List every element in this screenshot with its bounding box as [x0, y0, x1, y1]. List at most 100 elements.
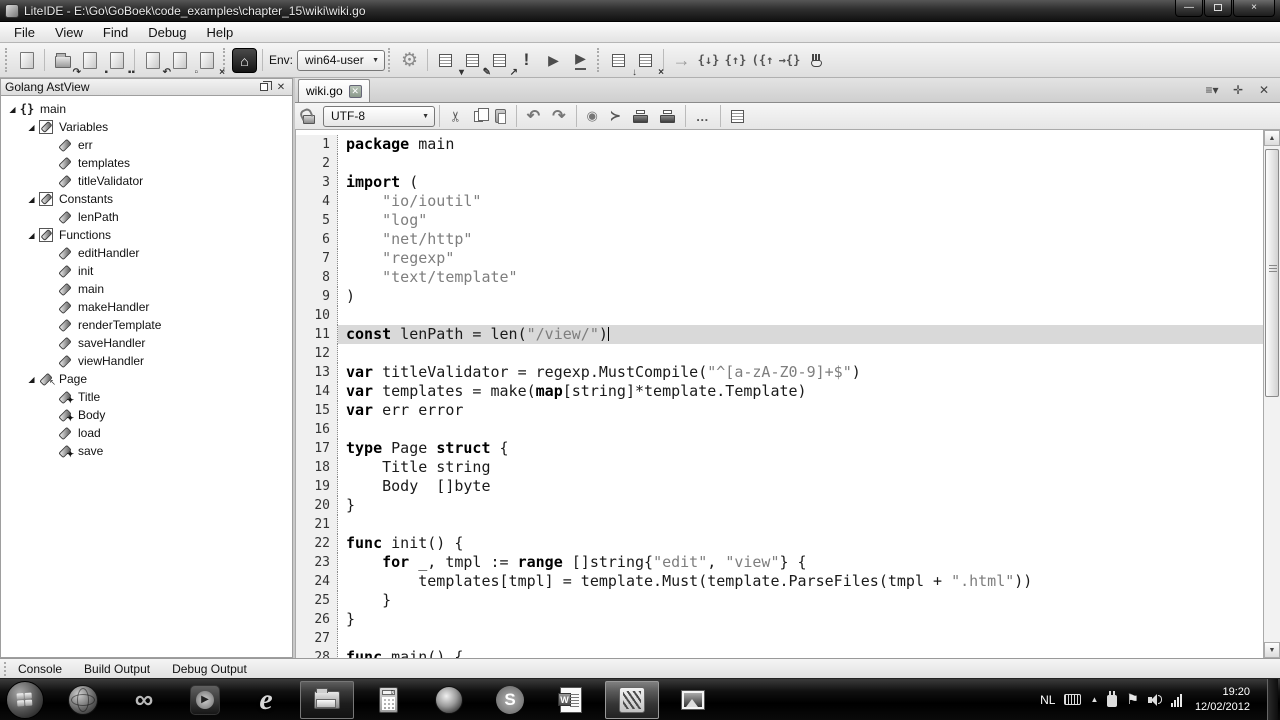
step-into-button[interactable]: {↓} [695, 47, 722, 74]
code-text[interactable] [338, 306, 1263, 325]
tab-close-icon[interactable]: ✕ [349, 85, 362, 98]
code-text[interactable]: "log" [338, 211, 1263, 230]
tree-item-viewHandler[interactable]: viewHandler [1, 352, 292, 370]
env-combobox[interactable]: win64-user [297, 50, 385, 71]
code-text[interactable]: func main() { [338, 648, 1263, 658]
unlock-icon[interactable] [303, 115, 315, 124]
tree-expander-icon[interactable]: ◢ [26, 231, 37, 240]
taskbar-word-icon[interactable]: W [544, 681, 598, 719]
network-signal-icon[interactable] [1171, 693, 1182, 707]
record-macro-icon[interactable]: ◉ [587, 108, 598, 124]
more-actions-icon[interactable]: … [696, 109, 710, 124]
code-text[interactable] [338, 629, 1263, 648]
file-info-icon[interactable] [731, 110, 744, 123]
code-text[interactable] [338, 344, 1263, 363]
code-text[interactable]: } [338, 591, 1263, 610]
taskbar-firefox-icon[interactable] [422, 681, 476, 719]
tree-item-save[interactable]: ✦save [1, 442, 292, 460]
play-macro-icon[interactable]: ≻ [610, 108, 621, 124]
toolbar-grip[interactable] [597, 48, 602, 72]
code-area[interactable]: 1package main23import (4 "io/ioutil"5 "l… [296, 130, 1263, 658]
tree-item-Body[interactable]: ✦Body [1, 406, 292, 424]
tree-item-main[interactable]: ◢{}main [1, 100, 292, 118]
step-out-button[interactable]: ({↑ [749, 47, 776, 74]
vertical-scrollbar[interactable]: ▲ ▼ [1263, 130, 1280, 658]
options-button[interactable]: ⚙ [396, 47, 423, 74]
close-file-button[interactable]: ▫ [166, 47, 193, 74]
close-editor-button[interactable]: ✕ [1254, 81, 1274, 99]
scroll-up-arrow[interactable]: ▲ [1264, 130, 1280, 146]
taskbar-calculator-icon[interactable]: 0 [361, 681, 415, 719]
clock[interactable]: 19:20 12/02/2012 [1191, 685, 1250, 715]
tree-expander-icon[interactable]: ◢ [26, 195, 37, 204]
code-text[interactable]: "io/ioutil" [338, 192, 1263, 211]
tab-wiki-go[interactable]: wiki.go ✕ [298, 79, 370, 102]
taskbar-internet-explorer-icon[interactable]: e [239, 681, 293, 719]
tree-item-saveHandler[interactable]: saveHandler [1, 334, 292, 352]
clear-output-button[interactable]: × [632, 47, 659, 74]
output-tab-debug-output[interactable]: Debug Output [172, 662, 247, 676]
code-text[interactable]: ) [338, 287, 1263, 306]
volume-icon[interactable] [1148, 694, 1162, 706]
tree-item-Functions[interactable]: ◢Functions [1, 226, 292, 244]
tree-expander-icon[interactable]: ◢ [7, 105, 18, 114]
code-text[interactable]: } [338, 496, 1263, 515]
language-indicator[interactable]: NL [1040, 693, 1055, 707]
code-text[interactable]: var err error [338, 401, 1263, 420]
output-tab-build-output[interactable]: Build Output [84, 662, 150, 676]
code-text[interactable] [338, 420, 1263, 439]
menu-file[interactable]: File [4, 23, 45, 42]
toolbar-grip[interactable] [5, 48, 10, 72]
taskbar-photo-viewer-icon[interactable] [666, 681, 720, 719]
float-panel-button[interactable] [257, 81, 271, 94]
taskbar-media-player-icon[interactable]: ▶ [178, 681, 232, 719]
tree-expander-icon[interactable]: ◢ [26, 375, 37, 384]
code-text[interactable]: const lenPath = len("/view/") [338, 325, 1263, 344]
tree-item-init[interactable]: init [1, 262, 292, 280]
code-text[interactable] [338, 154, 1263, 173]
minimize-button[interactable]: — [1175, 0, 1203, 17]
tree-item-Title[interactable]: ✦Title [1, 388, 292, 406]
menu-debug[interactable]: Debug [138, 23, 196, 42]
tree-item-load[interactable]: load [1, 424, 292, 442]
menu-help[interactable]: Help [197, 23, 244, 42]
close-all-files-button[interactable]: × [193, 47, 220, 74]
home-button[interactable]: ⌂ [231, 47, 258, 74]
build-and-run-button[interactable]: ! [513, 47, 540, 74]
save-all-button[interactable]: ▪▪ [103, 47, 130, 74]
run-file-button[interactable]: ▶ [567, 47, 594, 74]
run-to-line-button[interactable]: →{} [776, 47, 803, 74]
tab-list-button[interactable]: ≡▾ [1202, 81, 1222, 99]
code-text[interactable]: "text/template" [338, 268, 1263, 287]
code-text[interactable]: templates[tmpl] = template.Must(template… [338, 572, 1263, 591]
split-editor-button[interactable]: ✛ [1228, 81, 1248, 99]
tree-item-templates[interactable]: templates [1, 154, 292, 172]
redo-icon[interactable]: ↷ [552, 106, 565, 126]
toolbar-grip[interactable] [388, 48, 393, 72]
open-file-button[interactable]: ↷ [49, 47, 76, 74]
export-output-button[interactable]: ↓ [605, 47, 632, 74]
code-text[interactable]: "regexp" [338, 249, 1263, 268]
menu-find[interactable]: Find [93, 23, 138, 42]
revert-file-button[interactable]: ↶ [139, 47, 166, 74]
hidden-icons-arrow[interactable]: ▲ [1090, 695, 1098, 704]
taskbar-liteide-icon[interactable] [605, 681, 659, 719]
copy-icon[interactable] [474, 111, 483, 122]
undo-icon[interactable]: ↶ [527, 106, 540, 126]
step-over-button[interactable]: {↑} [722, 47, 749, 74]
tree-item-makeHandler[interactable]: makeHandler [1, 298, 292, 316]
code-text[interactable]: func init() { [338, 534, 1263, 553]
code-text[interactable]: type Page struct { [338, 439, 1263, 458]
new-file-button[interactable] [13, 47, 40, 74]
code-text[interactable]: Title string [338, 458, 1263, 477]
tree-item-Variables[interactable]: ◢Variables [1, 118, 292, 136]
code-text[interactable]: package main [338, 135, 1263, 154]
code-text[interactable]: var templates = make(map[string]*templat… [338, 382, 1263, 401]
tree-expander-icon[interactable]: ◢ [26, 123, 37, 132]
taskbar-infinity-icon[interactable]: ∞ [117, 681, 171, 719]
close-panel-button[interactable]: ✕ [274, 81, 288, 94]
taskbar-globe-icon[interactable] [56, 681, 110, 719]
output-tab-console[interactable]: Console [18, 662, 62, 676]
astview-tree[interactable]: ◢{}main◢VariableserrtemplatestitleValida… [0, 96, 293, 658]
taskbar-explorer-icon[interactable] [300, 681, 354, 719]
